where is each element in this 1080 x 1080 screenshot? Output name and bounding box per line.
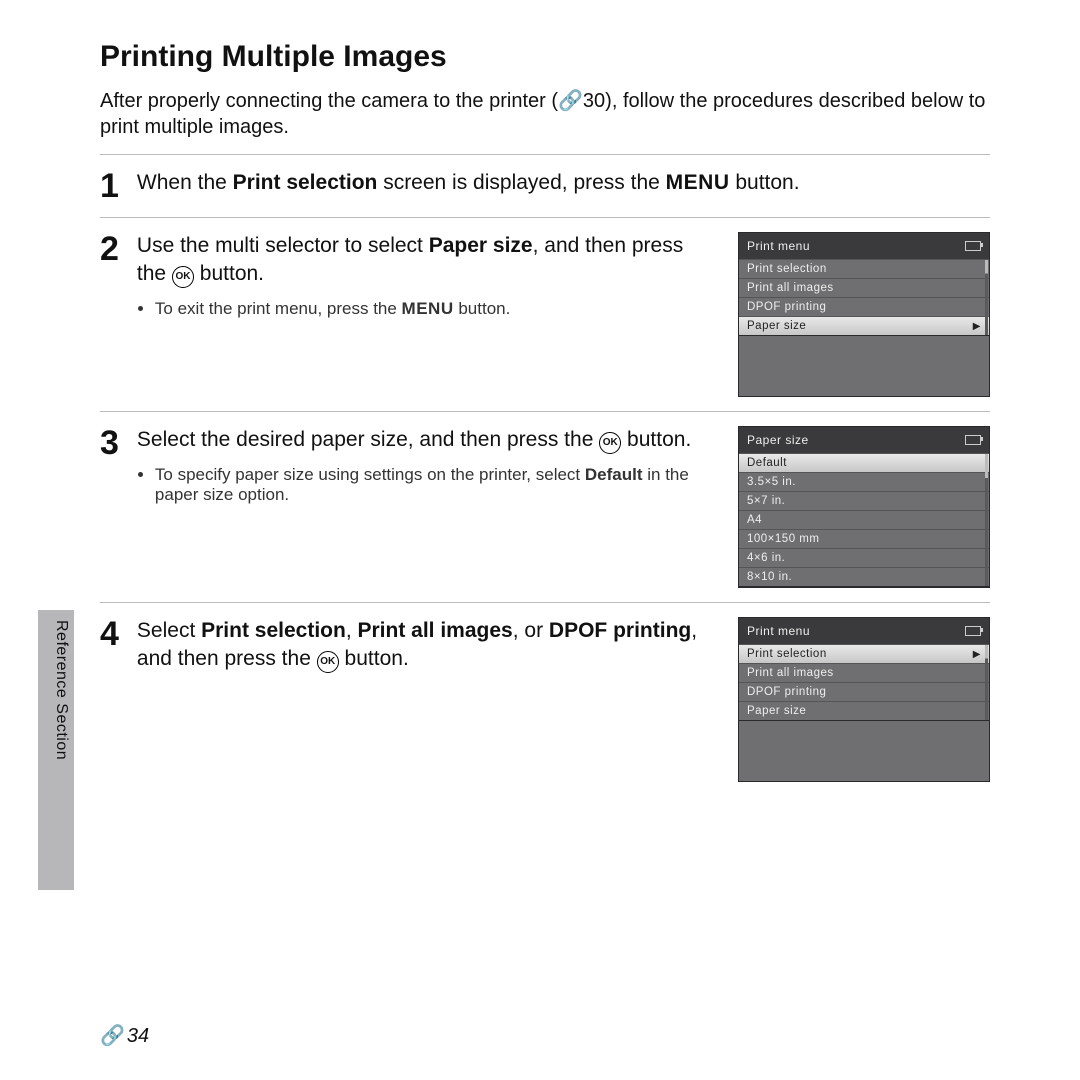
menu-item: Paper size xyxy=(739,702,989,720)
menu-button-label: MENU xyxy=(666,171,730,194)
chevron-right-icon: ▶ xyxy=(973,649,981,660)
camera-screen-print-menu-2: Print menu Print selection▶ Print all im… xyxy=(738,617,990,782)
battery-icon xyxy=(965,435,981,445)
menu-item: 3.5×5 in. xyxy=(739,473,989,492)
ok-button-icon: OK xyxy=(317,651,339,673)
page-title: Printing Multiple Images xyxy=(100,40,990,74)
ok-button-icon: OK xyxy=(599,432,621,454)
menu-item-highlighted: Default xyxy=(739,454,989,473)
camera-screen-paper-size: Paper size Default 3.5×5 in. 5×7 in. A4 … xyxy=(738,426,990,588)
step-1: 1 When the Print selection screen is dis… xyxy=(100,155,990,217)
step-number: 3 xyxy=(100,426,119,460)
page-number: 🔗34 xyxy=(100,1023,149,1048)
menu-item-highlighted: Paper size▶ xyxy=(739,317,989,335)
step-2: 2 Use the multi selector to select Paper… xyxy=(100,218,990,411)
step-2-text: Use the multi selector to select Paper s… xyxy=(137,232,714,289)
menu-item: Print all images xyxy=(739,279,989,298)
step-3: 3 Select the desired paper size, and the… xyxy=(100,412,990,602)
menu-item: 5×7 in. xyxy=(739,492,989,511)
menu-item: 4×6 in. xyxy=(739,549,989,568)
menu-item: 8×10 in. xyxy=(739,568,989,586)
menu-item-highlighted: Print selection▶ xyxy=(739,645,989,664)
step-1-text: When the Print selection screen is displ… xyxy=(137,169,990,197)
step-4-text: Select Print selection, Print all images… xyxy=(137,617,714,674)
section-label: Reference Section xyxy=(52,620,70,760)
menu-item: A4 xyxy=(739,511,989,530)
camera-screen-print-menu: Print menu Print selection Print all ima… xyxy=(738,232,990,397)
manual-page: Reference Section Printing Multiple Imag… xyxy=(0,0,1080,1080)
step-4: 4 Select Print selection, Print all imag… xyxy=(100,603,990,796)
menu-item: 100×150 mm xyxy=(739,530,989,549)
menu-button-label: MENU xyxy=(402,299,454,318)
screen-title: Print menu xyxy=(747,239,810,253)
screen-title: Paper size xyxy=(747,433,809,447)
menu-item: DPOF printing xyxy=(739,298,989,317)
ok-button-icon: OK xyxy=(172,266,194,288)
screen-menu-list: Print selection▶ Print all images DPOF p… xyxy=(739,644,989,721)
menu-item: Print selection xyxy=(739,260,989,279)
reference-icon: 🔗 xyxy=(558,88,583,114)
battery-icon xyxy=(965,626,981,636)
step-number: 2 xyxy=(100,232,119,266)
reference-icon: 🔗 xyxy=(100,1023,125,1048)
menu-item: DPOF printing xyxy=(739,683,989,702)
screen-menu-list: Print selection Print all images DPOF pr… xyxy=(739,259,989,336)
battery-icon xyxy=(965,241,981,251)
step-number: 4 xyxy=(100,617,119,651)
menu-item: Print all images xyxy=(739,664,989,683)
intro-text: After properly connecting the camera to … xyxy=(100,88,990,140)
screen-title: Print menu xyxy=(747,624,810,638)
step-2-bullet: To exit the print menu, press the MENU b… xyxy=(155,299,714,319)
screen-menu-list: Default 3.5×5 in. 5×7 in. A4 100×150 mm … xyxy=(739,453,989,587)
step-number: 1 xyxy=(100,169,119,203)
chevron-right-icon: ▶ xyxy=(973,321,981,332)
step-3-bullet: To specify paper size using settings on … xyxy=(155,465,714,505)
step-3-text: Select the desired paper size, and then … xyxy=(137,426,714,455)
